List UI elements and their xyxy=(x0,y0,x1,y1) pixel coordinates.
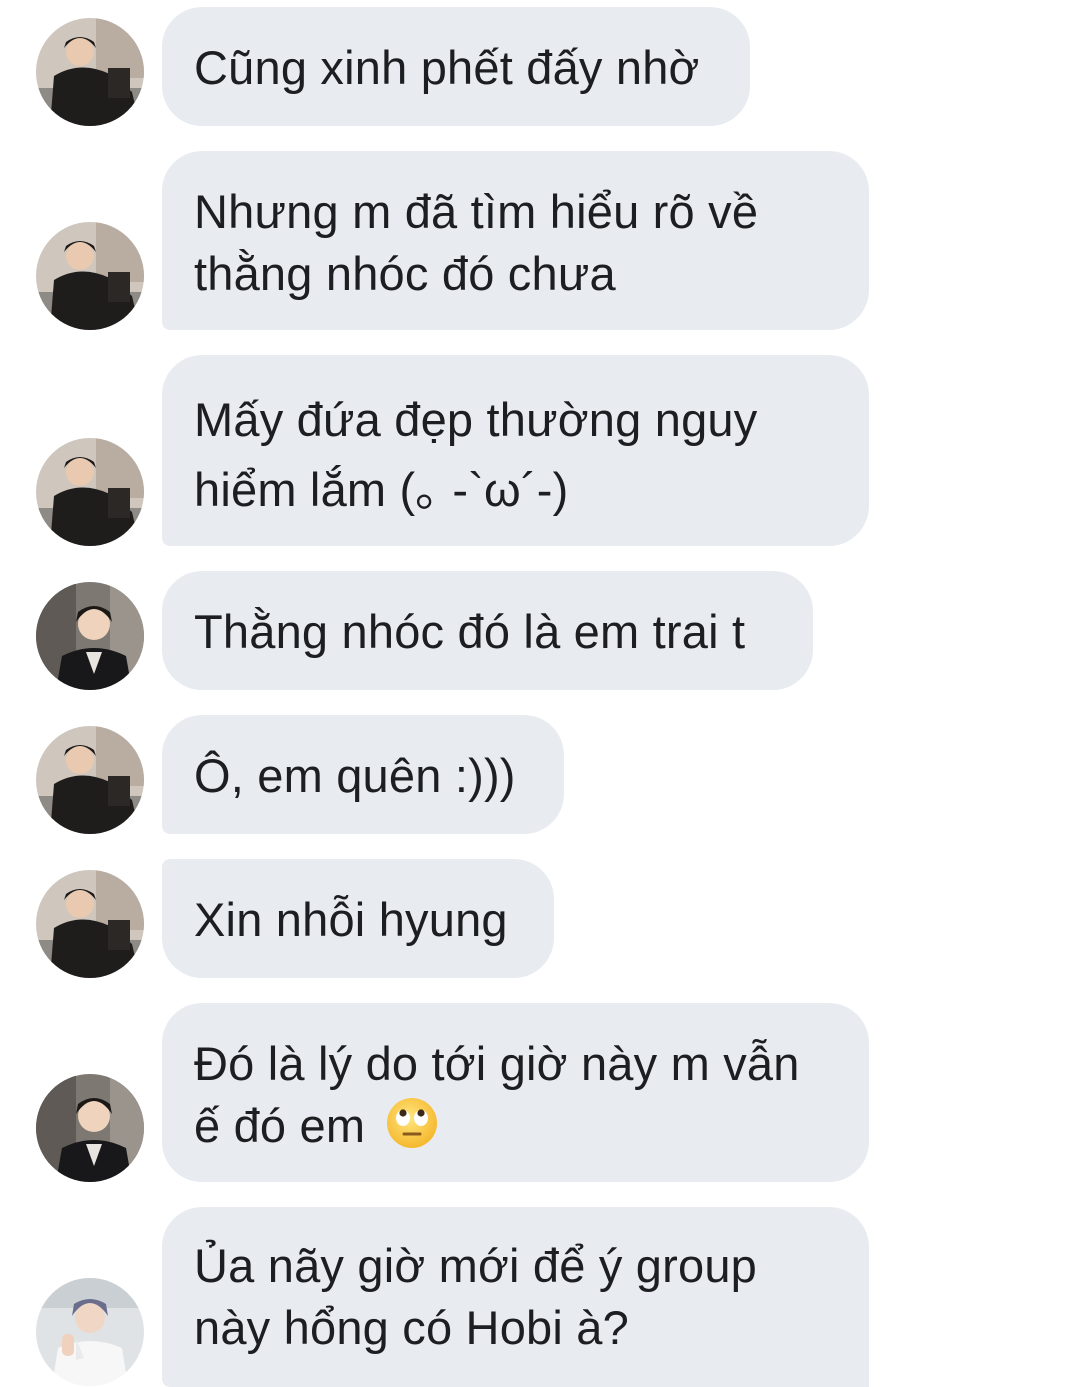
message-bubble[interactable]: Nhưng m đã tìm hiểu rõ về thằng nhóc đó … xyxy=(162,151,869,330)
profile-photo-icon xyxy=(36,18,144,126)
message-text: ế đó em xyxy=(194,1099,366,1152)
profile-photo-icon xyxy=(36,438,144,546)
avatar[interactable] xyxy=(36,726,144,834)
message-text-line: ế đó em xyxy=(194,1095,839,1157)
message-text-line: Đó là lý do tới giờ này m vẫn xyxy=(194,1037,800,1090)
profile-photo-icon xyxy=(36,582,144,690)
message-bubble[interactable]: Ô, em quên :))) xyxy=(162,715,564,834)
message-bubble[interactable]: Ủa nãy giờ mới để ý group này hổng có Ho… xyxy=(162,1207,869,1387)
message-text-line: thằng nhóc đó chưa xyxy=(194,247,616,300)
message-text: Thằng nhóc đó là em trai t xyxy=(194,605,746,658)
message-bubble[interactable]: Xin nhỗi hyung xyxy=(162,859,554,978)
message-text-line: này hổng có Hobi à? xyxy=(194,1301,629,1354)
message-text-line: Ủa nãy giờ mới để ý group xyxy=(194,1239,758,1292)
message-text: Ô, em quên :))) xyxy=(194,749,516,802)
message-bubble[interactable]: Mấy đứa đẹp thường nguy hiểm lắm (｡ -`ω´… xyxy=(162,355,869,546)
message-text: Cũng xinh phết đấy nhờ xyxy=(194,41,700,94)
message-bubble[interactable]: Thằng nhóc đó là em trai t xyxy=(162,571,813,690)
message-bubble[interactable]: Đó là lý do tới giờ này m vẫn ế đó em xyxy=(162,1003,869,1182)
message-text-line: Nhưng m đã tìm hiểu rõ về xyxy=(194,185,759,238)
avatar[interactable] xyxy=(36,582,144,690)
profile-photo-icon xyxy=(36,1074,144,1182)
profile-photo-icon xyxy=(36,222,144,330)
message-text-line: Mấy đứa đẹp thường nguy xyxy=(194,393,758,446)
profile-photo-icon xyxy=(36,726,144,834)
avatar[interactable] xyxy=(36,870,144,978)
face-with-rolling-eyes-icon xyxy=(386,1098,437,1148)
message-text: Xin nhỗi hyung xyxy=(194,893,508,946)
profile-photo-icon xyxy=(36,1278,144,1386)
message-bubble[interactable]: Cũng xinh phết đấy nhờ xyxy=(162,7,750,126)
avatar[interactable] xyxy=(36,222,144,330)
profile-photo-icon xyxy=(36,870,144,978)
avatar[interactable] xyxy=(36,1074,144,1182)
message-text-line: hiểm lắm (｡ -`ω´-) xyxy=(194,463,569,516)
avatar[interactable] xyxy=(36,1278,144,1386)
avatar[interactable] xyxy=(36,18,144,126)
avatar[interactable] xyxy=(36,438,144,546)
